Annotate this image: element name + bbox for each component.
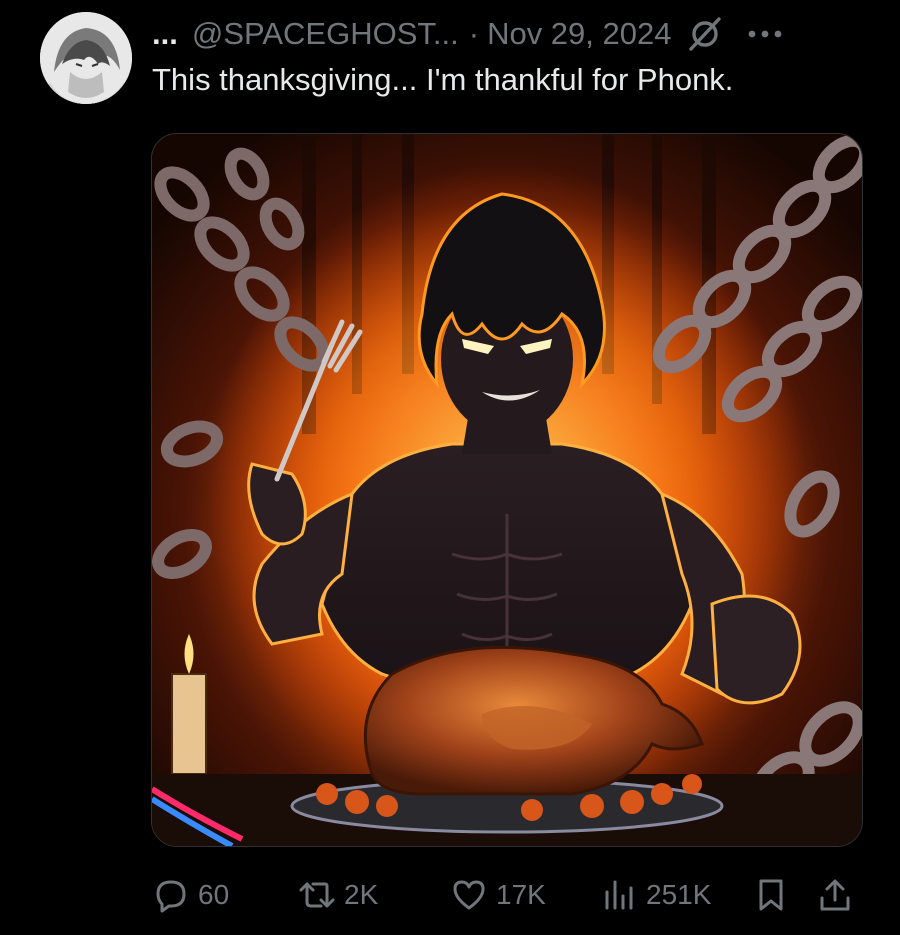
reply-icon: [156, 880, 186, 913]
share-icon: [820, 879, 850, 911]
views-icon: [605, 880, 633, 910]
reply-count: 60: [198, 879, 230, 910]
anime-figure-flames-chains-turkey-image: [152, 134, 862, 846]
tweet-actions: 60 2K 17K 251K: [152, 870, 860, 920]
view-count: 251K: [646, 879, 712, 910]
timestamp[interactable]: Nov 29, 2024: [487, 16, 671, 52]
tweet-header: ... @SPACEGHOST... · Nov 29, 2024: [152, 14, 860, 54]
tweet: ... @SPACEGHOST... · Nov 29, 2024 This t…: [0, 0, 900, 935]
tweet-text: This thanksgiving... I'm thankful for Ph…: [152, 62, 734, 97]
retweet-button[interactable]: 2K: [298, 870, 378, 920]
display-name[interactable]: ...: [152, 16, 178, 52]
views-button[interactable]: 251K: [600, 870, 711, 920]
bookmark-button[interactable]: [752, 870, 798, 920]
more-icon[interactable]: [745, 16, 785, 52]
like-button[interactable]: 17K: [450, 870, 546, 920]
handle[interactable]: @SPACEGHOST...: [192, 16, 459, 52]
heart-icon: [453, 880, 485, 910]
retweet-count: 2K: [344, 879, 379, 910]
grok-icon[interactable]: [687, 16, 723, 52]
avatar-image: [40, 12, 132, 104]
tweet-media[interactable]: [151, 133, 863, 847]
reply-button[interactable]: 60: [152, 870, 229, 920]
like-count: 17K: [496, 879, 546, 910]
bookmark-icon: [759, 879, 783, 911]
share-button[interactable]: [816, 870, 862, 920]
separator: ·: [468, 16, 480, 51]
retweet-icon: [299, 882, 335, 908]
avatar[interactable]: [40, 12, 132, 104]
